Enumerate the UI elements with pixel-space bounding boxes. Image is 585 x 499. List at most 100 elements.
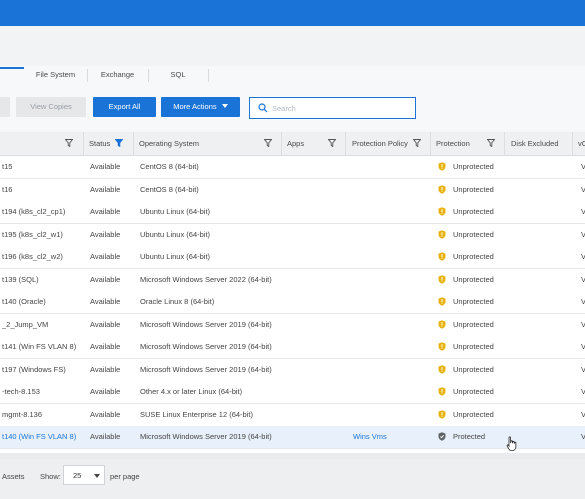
cell-protection-policy[interactable] bbox=[353, 381, 429, 403]
cell-protection-policy[interactable] bbox=[353, 179, 429, 201]
cell-protection-policy[interactable]: Wins Vms bbox=[353, 426, 429, 448]
tab-sql[interactable]: SQL bbox=[148, 67, 208, 83]
table-row[interactable]: t196 (k8s_cl2_w2) Available Ubuntu Linux (… bbox=[0, 246, 585, 269]
cell-status: Available bbox=[90, 162, 121, 171]
table-row[interactable]: t140 (Oracle) Available Oracle Linux 8 (64… bbox=[0, 291, 585, 314]
cell-vcenter: V bbox=[581, 184, 585, 194]
cell-name[interactable]: t15 bbox=[2, 156, 82, 178]
cell-protection-policy[interactable] bbox=[353, 269, 429, 291]
cell-protection-policy[interactable] bbox=[353, 201, 429, 223]
column-header-apps[interactable]: Apps bbox=[287, 132, 304, 155]
column-header-disk-excluded[interactable]: Disk Excluded bbox=[511, 132, 559, 155]
search-input[interactable]: Search bbox=[249, 97, 416, 119]
table-row[interactable]: t141 (Win FS VLAN 8) Available Microsoft W… bbox=[0, 336, 585, 359]
search-placeholder: Search bbox=[272, 104, 296, 113]
partial-button[interactable] bbox=[0, 97, 10, 117]
filter-icon[interactable] bbox=[487, 139, 495, 147]
cell-name[interactable]: t139 (SQL) bbox=[2, 269, 82, 291]
tab-exchange[interactable]: Exchange bbox=[87, 67, 148, 83]
cell-name[interactable]: t140 (Oracle) bbox=[2, 291, 82, 313]
cell-protection: Unprotected bbox=[453, 274, 494, 284]
cell-protection: Unprotected bbox=[453, 229, 494, 239]
cell-protection-policy[interactable] bbox=[353, 246, 429, 268]
shield-unprotected-icon bbox=[438, 387, 446, 396]
cell-os: Microsoft Windows Server 2019 (64-bit) bbox=[140, 342, 272, 351]
filter-icon[interactable] bbox=[264, 139, 272, 147]
table-row[interactable]: mgmt-8.136 Available SUSE Linux Enterprise… bbox=[0, 403, 585, 427]
cell-protection-policy[interactable] bbox=[353, 404, 429, 426]
cell-status: Available bbox=[90, 297, 121, 306]
cell-vcenter: V bbox=[581, 319, 585, 329]
per-page-value: 25 bbox=[73, 471, 82, 480]
table-row[interactable]: -tech-8.153 Available Other 4.x or later L… bbox=[0, 381, 585, 404]
export-all-button[interactable]: Export All bbox=[93, 97, 156, 117]
table-row[interactable]: t140 (Win FS VLAN 8) Available Microsoft W… bbox=[0, 426, 585, 449]
column-divider bbox=[133, 132, 134, 155]
per-page-label: per page bbox=[110, 472, 140, 481]
cell-protection: Unprotected bbox=[453, 319, 494, 329]
cell-status: Available bbox=[90, 184, 121, 194]
shield-unprotected-icon bbox=[438, 252, 446, 261]
search-icon bbox=[258, 103, 268, 113]
cell-protection-policy[interactable] bbox=[353, 291, 429, 313]
column-header-protection[interactable]: Protection bbox=[436, 132, 470, 155]
table-row[interactable]: t197 (Windows FS) Available Microsoft Wind… bbox=[0, 358, 585, 382]
cell-protection: Unprotected bbox=[453, 184, 494, 194]
cell-name[interactable]: t197 (Windows FS) bbox=[2, 359, 82, 381]
cell-os: Microsoft Windows Server 2019 (64-bit) bbox=[140, 319, 272, 329]
column-header-vcenter[interactable]: vC bbox=[578, 132, 585, 155]
cell-name[interactable]: -tech-8.153 bbox=[2, 381, 82, 403]
column-header-operating-system[interactable]: Operating System bbox=[139, 132, 199, 155]
column-header-protection-policy[interactable]: Protection Policy bbox=[352, 132, 408, 155]
cell-os: CentOS 8 (64-bit) bbox=[140, 184, 199, 194]
cell-protection-policy[interactable] bbox=[353, 336, 429, 358]
more-actions-button[interactable]: More Actions bbox=[161, 97, 240, 117]
column-divider bbox=[345, 132, 346, 155]
cell-protection: Unprotected bbox=[453, 364, 494, 374]
cell-vcenter: V bbox=[581, 387, 585, 396]
cell-protection: Unprotected bbox=[453, 409, 494, 419]
cell-name[interactable]: t196 (k8s_cl2_w2) bbox=[2, 246, 82, 268]
cell-name[interactable]: _2_Jump_VM bbox=[2, 314, 82, 336]
cell-name[interactable]: t141 (Win FS VLAN 8) bbox=[2, 336, 82, 358]
table-row[interactable]: t15 Available CentOS 8 (64-bit) Unprotected… bbox=[0, 156, 585, 179]
table-row[interactable]: t194 (k8s_cl2_cp1) Available Ubuntu Linux … bbox=[0, 201, 585, 224]
tab-file-system[interactable]: File System bbox=[24, 67, 87, 83]
filter-icon[interactable] bbox=[65, 139, 73, 147]
cell-protection-policy[interactable] bbox=[353, 314, 429, 336]
cell-status: Available bbox=[90, 229, 121, 239]
cell-protection-policy[interactable] bbox=[353, 156, 429, 178]
cell-protection: Unprotected bbox=[453, 297, 494, 306]
table-row[interactable]: t195 (k8s_cl2_w1) Available Ubuntu Linux (… bbox=[0, 223, 585, 247]
cell-protection: Protected bbox=[453, 432, 486, 441]
filter-icon[interactable] bbox=[328, 139, 336, 147]
cell-os: Ubuntu Linux (64-bit) bbox=[140, 252, 211, 261]
cell-protection-policy[interactable] bbox=[353, 224, 429, 246]
cell-os: Other 4.x or later Linux (64-bit) bbox=[140, 387, 243, 396]
view-copies-button[interactable]: View Copies bbox=[16, 97, 86, 117]
filter-active-icon[interactable] bbox=[115, 139, 123, 147]
assets-count-label: Assets bbox=[2, 472, 25, 481]
cell-name[interactable]: t194 (k8s_cl2_cp1) bbox=[2, 201, 82, 223]
cell-status: Available bbox=[90, 207, 121, 216]
cell-name[interactable]: mgmt-8.136 bbox=[2, 404, 82, 426]
table-row[interactable]: _2_Jump_VM Available Microsoft Windows Ser… bbox=[0, 313, 585, 337]
more-actions-label: More Actions bbox=[173, 102, 217, 111]
cell-os: Microsoft Windows Server 2019 (64-bit) bbox=[140, 432, 272, 441]
cell-name[interactable]: t140 (Win FS VLAN 8) bbox=[2, 426, 82, 448]
tab-active[interactable] bbox=[0, 67, 24, 83]
cell-name[interactable]: t16 bbox=[2, 179, 82, 201]
caret-down-icon bbox=[94, 474, 100, 478]
column-header-status[interactable]: Status bbox=[89, 132, 110, 155]
shield-unprotected-icon bbox=[438, 297, 446, 306]
cell-name[interactable]: t195 (k8s_cl2_w1) bbox=[2, 224, 82, 246]
per-page-select[interactable]: 25 bbox=[63, 465, 105, 485]
cell-status: Available bbox=[90, 432, 121, 441]
table-row[interactable]: t139 (SQL) Available Microsoft Windows Ser… bbox=[0, 268, 585, 292]
cell-vcenter: V bbox=[581, 229, 585, 239]
cell-vcenter: V bbox=[581, 342, 585, 351]
tab-divider bbox=[208, 69, 209, 82]
cell-protection-policy[interactable] bbox=[353, 359, 429, 381]
table-row[interactable]: t16 Available CentOS 8 (64-bit) Unprotected… bbox=[0, 178, 585, 202]
filter-icon[interactable] bbox=[413, 139, 421, 147]
